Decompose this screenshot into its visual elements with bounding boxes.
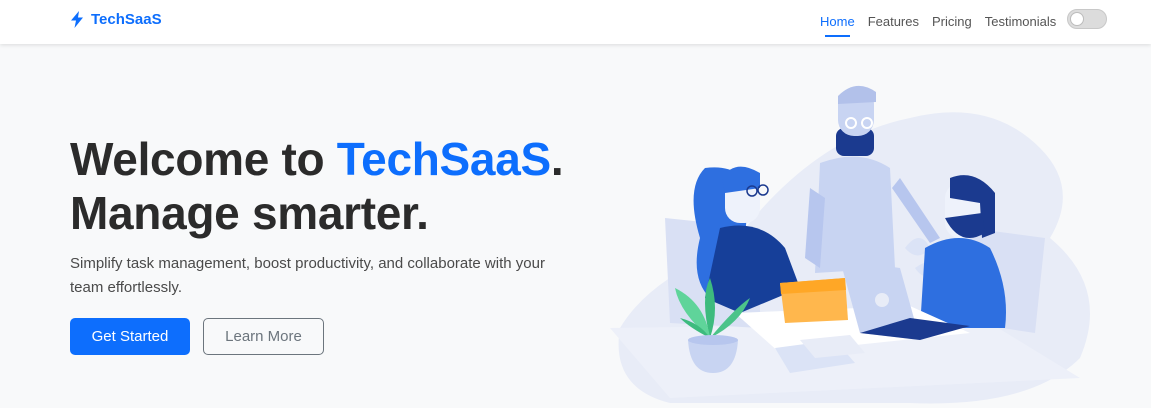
nav-link-home[interactable]: Home <box>820 14 855 37</box>
nav-link-features[interactable]: Features <box>868 14 919 30</box>
learn-more-button[interactable]: Learn More <box>203 318 324 355</box>
hero-title-line2: Manage smarter. <box>70 187 429 239</box>
lightning-bolt-icon <box>71 11 83 28</box>
nav-link-pricing[interactable]: Pricing <box>932 14 972 30</box>
nav-link-testimonials[interactable]: Testimonials <box>985 14 1057 30</box>
navbar: TechSaaS Home Features Pricing Testimoni… <box>0 0 1151 44</box>
brand-name: TechSaaS <box>91 11 162 28</box>
theme-toggle[interactable] <box>1067 9 1107 29</box>
hero-title-suffix: . <box>550 133 564 185</box>
nav-links: Home Features Pricing Testimonials <box>820 14 1057 37</box>
hero-subtitle: Simplify task management, boost producti… <box>70 255 545 296</box>
toggle-knob <box>1070 12 1084 26</box>
hero-title-prefix: Welcome to <box>70 133 337 185</box>
hero-title-accent: TechSaaS <box>336 133 551 185</box>
hero-title: Welcome to TechSaaS. Manage smarter. <box>70 132 630 240</box>
get-started-button[interactable]: Get Started <box>70 318 190 355</box>
team-collaboration-illustration <box>610 85 1090 404</box>
brand-link[interactable]: TechSaaS <box>70 11 162 28</box>
